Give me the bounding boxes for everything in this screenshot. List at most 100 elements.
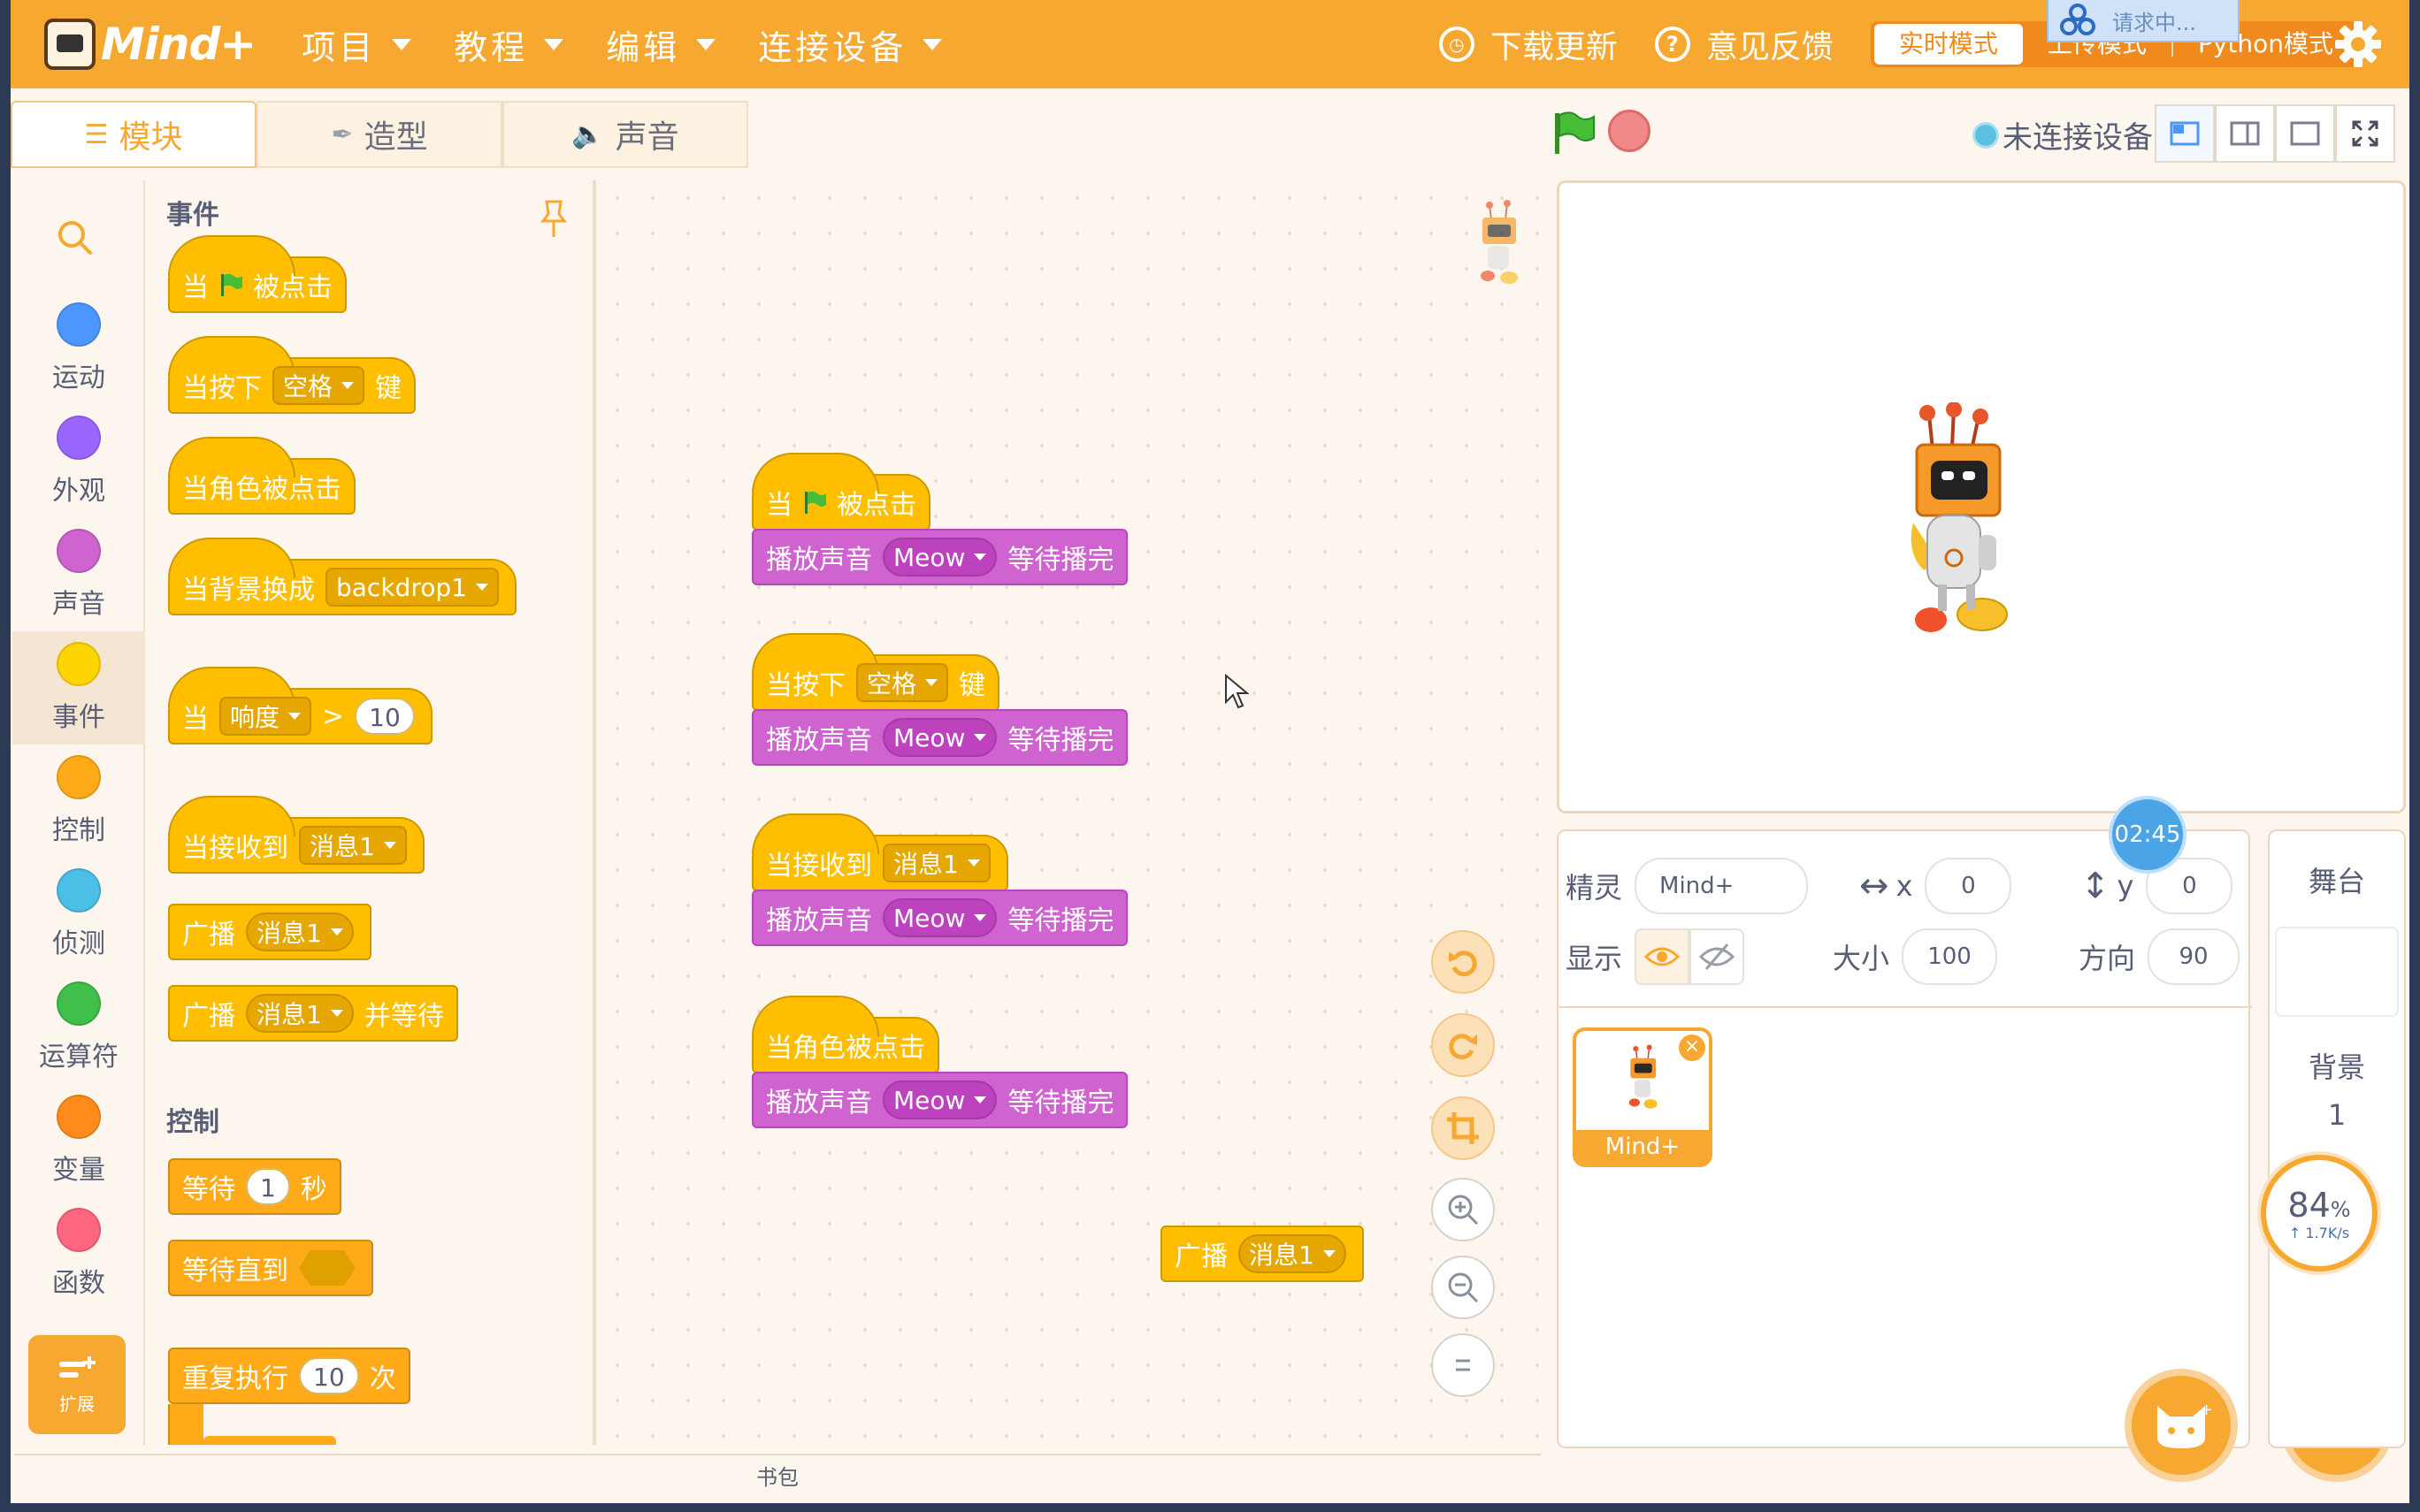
- logo[interactable]: Mind+: [44, 0, 257, 88]
- script-workspace[interactable]: 当 被点击 播放声音 Meow 等待播完 当按下 空格 键 播放声音 Meow …: [600, 180, 1541, 1445]
- sprite-name-field[interactable]: Mind+: [1635, 858, 1809, 914]
- block-text: 当角色被点击: [766, 1033, 925, 1064]
- device-status[interactable]: 未连接设备: [1972, 113, 2153, 157]
- menu-project[interactable]: 项目: [302, 20, 412, 69]
- category-motion[interactable]: 运动: [12, 292, 145, 405]
- key-dropdown[interactable]: 空格: [856, 663, 949, 702]
- stop-icon[interactable]: [1608, 110, 1650, 152]
- category-control[interactable]: 控制: [12, 745, 145, 858]
- script-when-receive[interactable]: 当接收到 消息1: [752, 813, 1008, 891]
- sound-dropdown[interactable]: Meow: [883, 538, 998, 577]
- block-when-sprite-clicked[interactable]: 当角色被点击: [168, 437, 356, 515]
- script-play-sound-until-done[interactable]: 播放声音 Meow 等待播完: [752, 709, 1129, 766]
- x-field[interactable]: 0: [1925, 858, 2012, 914]
- message-dropdown[interactable]: 消息1: [246, 913, 354, 951]
- category-sensing[interactable]: 侦测: [12, 858, 145, 971]
- add-sprite-button[interactable]: +: [2125, 1369, 2238, 1482]
- block-when-flag-clicked[interactable]: 当 被点击: [168, 235, 347, 313]
- script-play-sound-until-done[interactable]: 播放声音 Meow 等待播完: [752, 529, 1129, 585]
- hide-sprite-button[interactable]: [1689, 928, 1745, 985]
- chevron-down-icon: [1322, 1250, 1336, 1257]
- category-functions[interactable]: 函数: [12, 1197, 145, 1310]
- block-when-receive[interactable]: 当接收到 消息1: [168, 796, 425, 874]
- block-repeat[interactable]: 重复执行 10 次: [168, 1348, 410, 1404]
- message-dropdown[interactable]: 消息1: [883, 844, 991, 882]
- x-arrows-icon: ↔: [1859, 866, 1889, 906]
- script-when-flag-clicked[interactable]: 当 被点击: [752, 453, 930, 531]
- search-icon[interactable]: [55, 218, 96, 258]
- redo-button[interactable]: [1431, 1013, 1495, 1077]
- category-looks[interactable]: 外观: [12, 405, 145, 518]
- fullscreen-button[interactable]: [2335, 104, 2395, 163]
- normal-stage-layout-button[interactable]: [2215, 104, 2275, 163]
- backdrop-dropdown[interactable]: backdrop1: [325, 568, 499, 607]
- block-text: 重复执行: [182, 1363, 288, 1394]
- message-dropdown[interactable]: 消息1: [246, 994, 354, 1033]
- size-field[interactable]: 100: [1902, 928, 1998, 985]
- direction-field[interactable]: 90: [2148, 928, 2240, 985]
- script-when-key-pressed[interactable]: 当按下 空格 键: [752, 633, 1000, 711]
- x-label: x: [1895, 869, 1913, 903]
- zoom-out-button[interactable]: [1431, 1256, 1495, 1319]
- zoom-in-icon: [1448, 1195, 1479, 1226]
- key-dropdown[interactable]: 空格: [272, 366, 365, 405]
- sound-dropdown[interactable]: Meow: [883, 898, 998, 937]
- menu-tutorial[interactable]: 教程: [454, 20, 564, 69]
- robot-sprite[interactable]: [1897, 402, 2021, 641]
- number-input[interactable]: 1: [246, 1168, 290, 1205]
- category-events[interactable]: 事件: [12, 631, 145, 745]
- category-label: 侦测: [52, 928, 105, 959]
- sprite-card[interactable]: × Mind+: [1573, 1027, 1712, 1167]
- menu-edit[interactable]: 编辑: [606, 20, 716, 69]
- block-broadcast-and-wait[interactable]: 广播 消息1 并等待: [168, 985, 458, 1042]
- tab-blocks[interactable]: ☰ 模块: [11, 101, 257, 168]
- backpack-bar[interactable]: 书包: [14, 1454, 1541, 1494]
- realtime-mode-button[interactable]: 实时模式: [1873, 24, 2023, 65]
- block-when-sensor-greater[interactable]: 当 响度 > 10: [168, 667, 433, 745]
- clean-up-button[interactable]: [1431, 1096, 1495, 1160]
- number-input[interactable]: 10: [355, 698, 415, 735]
- fullscreen-icon: [2352, 120, 2378, 147]
- sound-dropdown[interactable]: Meow: [883, 718, 998, 757]
- category-sound[interactable]: 声音: [12, 518, 145, 631]
- script-play-sound-until-done[interactable]: 播放声音 Meow 等待播完: [752, 890, 1129, 946]
- extensions-button[interactable]: 扩展: [28, 1335, 126, 1434]
- download-update-button[interactable]: ◷ 下载更新: [1438, 21, 1618, 67]
- sprite-label: 精灵: [1566, 871, 1623, 905]
- script-play-sound-until-done[interactable]: 播放声音 Meow 等待播完: [752, 1072, 1129, 1128]
- feedback-button[interactable]: ? 意见反馈: [1654, 21, 1834, 67]
- sound-dropdown[interactable]: Meow: [883, 1081, 998, 1119]
- zoom-reset-button[interactable]: [1431, 1333, 1495, 1397]
- gear-icon[interactable]: [2333, 19, 2383, 69]
- block-broadcast[interactable]: 广播 消息1: [168, 904, 371, 960]
- dropdown-value: 空格: [283, 372, 333, 401]
- pin-icon[interactable]: [536, 198, 571, 241]
- stage-selector[interactable]: 舞台 背景 1: [2268, 829, 2406, 1448]
- large-stage-layout-button[interactable]: [2275, 104, 2335, 163]
- script-when-sprite-clicked[interactable]: 当角色被点击: [752, 996, 939, 1073]
- show-sprite-button[interactable]: [1635, 928, 1690, 985]
- category-operators[interactable]: 运算符: [12, 971, 145, 1084]
- undo-button[interactable]: [1431, 930, 1495, 994]
- block-wait-seconds[interactable]: 等待 1 秒: [168, 1158, 341, 1215]
- sensor-dropdown[interactable]: 响度: [219, 697, 312, 736]
- category-variables[interactable]: 变量: [12, 1084, 145, 1197]
- zoom-in-button[interactable]: [1431, 1178, 1495, 1241]
- stage-canvas[interactable]: [1557, 180, 2406, 813]
- green-flag-icon[interactable]: [1551, 110, 1596, 156]
- number-input[interactable]: 10: [299, 1357, 359, 1394]
- tab-sounds[interactable]: 🔈 声音: [502, 101, 748, 168]
- message-dropdown[interactable]: 消息1: [299, 826, 407, 865]
- script-broadcast[interactable]: 广播 消息1: [1160, 1226, 1364, 1282]
- block-text: 等待播完: [1007, 725, 1114, 756]
- block-wait-until[interactable]: 等待直到: [168, 1240, 373, 1296]
- block-when-backdrop-switches[interactable]: 当背景换成 backdrop1: [168, 538, 517, 615]
- message-dropdown[interactable]: 消息1: [1238, 1234, 1346, 1273]
- block-when-key-pressed[interactable]: 当按下 空格 键: [168, 336, 417, 414]
- tab-costumes[interactable]: ✒ 造型: [257, 101, 502, 168]
- boolean-slot[interactable]: [299, 1250, 356, 1286]
- menu-connect-device[interactable]: 连接设备: [758, 20, 943, 69]
- category-dot-icon: [57, 1095, 101, 1139]
- close-icon[interactable]: ×: [1679, 1035, 1705, 1061]
- small-stage-layout-button[interactable]: [2155, 104, 2215, 163]
